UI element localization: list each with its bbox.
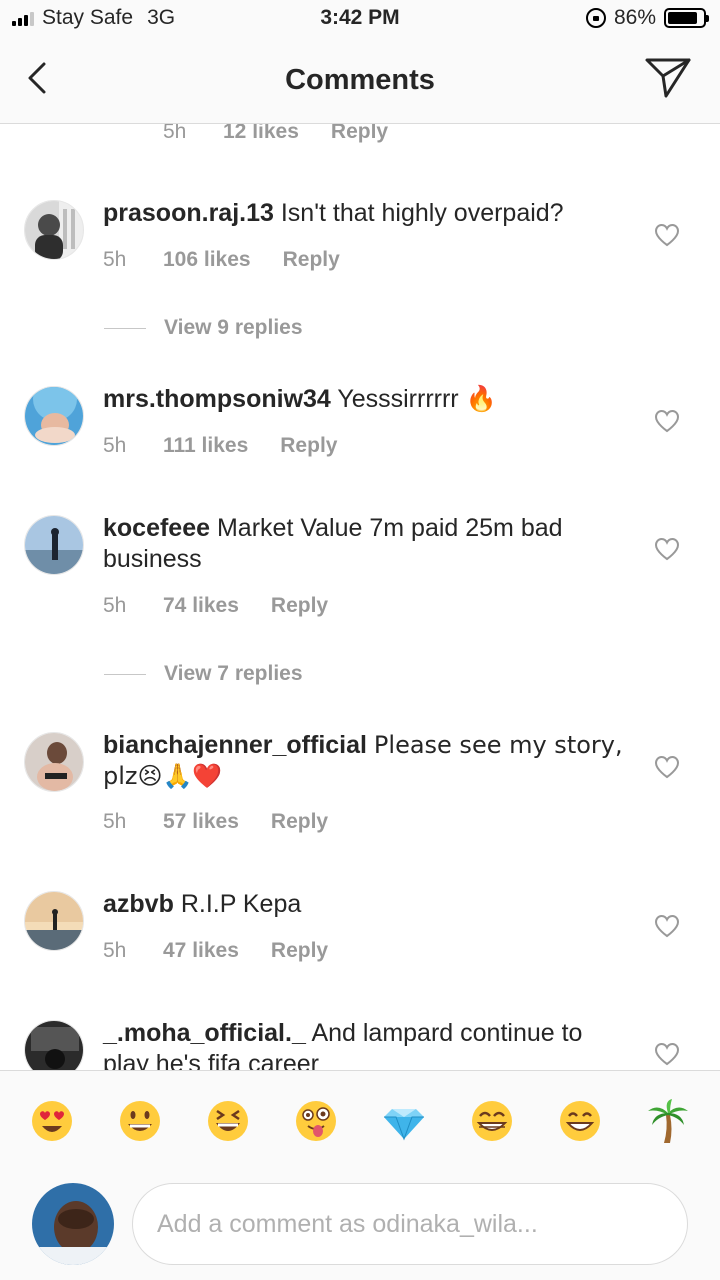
reply-button[interactable]: Reply (283, 248, 340, 272)
like-heart-icon[interactable] (654, 1042, 680, 1066)
avatar[interactable] (24, 200, 84, 260)
view-replies-label: View 7 replies (164, 662, 303, 685)
comment-meta: 5h 111 likes Reply (103, 434, 337, 458)
comment-meta: 5h 106 likes Reply (103, 248, 340, 272)
reply-button[interactable]: Reply (271, 810, 328, 834)
avatar[interactable] (24, 386, 84, 446)
like-heart-icon[interactable] (654, 223, 680, 247)
comment-time: 5h (103, 248, 127, 271)
comment-meta: 5h 57 likes Reply (103, 810, 328, 834)
comment-body: Yesssirrrrrr 🔥 (337, 385, 497, 413)
view-replies-button[interactable]: View 7 replies (104, 662, 303, 686)
reply-button[interactable]: Reply (331, 124, 388, 144)
comments-list[interactable]: 5h 12 likes Reply prasoon.raj.13 Isn't t… (0, 124, 720, 1070)
comment-username[interactable]: mrs.thompsoniw34 (103, 385, 331, 413)
comment-likes[interactable]: 106 likes (163, 248, 251, 272)
thread-line (104, 673, 146, 675)
comment-meta: 5h 74 likes Reply (103, 594, 328, 618)
comment-text: _.moha_official._ And lampard continue t… (103, 1018, 633, 1070)
direct-message-button[interactable] (644, 56, 692, 100)
reply-button[interactable]: Reply (271, 594, 328, 618)
comment-time: 5h (103, 939, 127, 962)
comment-time: 5h (103, 594, 127, 617)
comment-input[interactable] (132, 1183, 688, 1265)
battery-icon (664, 8, 709, 28)
comment-text: azbvb R.I.P Kepa (103, 889, 633, 920)
comment-body: Isn't that highly overpaid? (280, 199, 564, 227)
battery-percent: 86% (613, 6, 656, 29)
comment-text: mrs.thompsoniw34 Yesssirrrrrr 🔥 (103, 384, 633, 415)
like-heart-icon[interactable] (654, 537, 680, 561)
quick-emoji-row (0, 1099, 720, 1149)
like-heart-icon[interactable] (654, 755, 680, 779)
avatar[interactable] (24, 732, 84, 792)
comment-likes[interactable]: 111 likes (163, 434, 248, 458)
comment-likes[interactable]: 47 likes (163, 939, 239, 963)
comment-username[interactable]: _.moha_official._ (103, 1019, 306, 1047)
grinning-emoji[interactable] (118, 1099, 162, 1143)
comment-time: 5h (103, 810, 127, 833)
view-replies-label: View 9 replies (164, 316, 303, 339)
diamond-emoji[interactable] (382, 1099, 426, 1143)
comment-text: prasoon.raj.13 Isn't that highly overpai… (103, 198, 633, 229)
winking-tongue-emoji[interactable] (294, 1099, 338, 1143)
avatar[interactable] (24, 891, 84, 951)
comment-username[interactable]: azbvb (103, 890, 174, 918)
laughing-squint-emoji[interactable] (206, 1099, 250, 1143)
comment-meta-partial: 5h 12 likes Reply (163, 124, 388, 144)
comment-text: bianchajenner_official Please see my sto… (103, 730, 633, 792)
comment-meta: 5h 47 likes Reply (103, 939, 328, 963)
like-heart-icon[interactable] (654, 409, 680, 433)
comment-likes[interactable]: 57 likes (163, 810, 239, 834)
comment-username[interactable]: bianchajenner_official (103, 731, 367, 759)
reply-button[interactable]: Reply (271, 939, 328, 963)
comment-text: kocefeee Market Value 7m paid 25m bad bu… (103, 513, 633, 575)
comment-time: 5h (103, 434, 127, 457)
thread-line (104, 327, 146, 329)
nav-header: Comments (0, 40, 720, 124)
beaming-emoji[interactable] (470, 1099, 514, 1143)
comment-likes[interactable]: 12 likes (223, 124, 299, 144)
avatar[interactable] (24, 1020, 84, 1070)
comment-username[interactable]: kocefeee (103, 514, 210, 542)
page-title: Comments (285, 64, 435, 96)
view-replies-button[interactable]: View 9 replies (104, 316, 303, 340)
comment-likes[interactable]: 74 likes (163, 594, 239, 618)
avatar[interactable] (24, 515, 84, 575)
comment-username[interactable]: prasoon.raj.13 (103, 199, 274, 227)
palm-tree-emoji[interactable] (646, 1099, 690, 1143)
comment-composer-bar (0, 1070, 720, 1280)
heart-eyes-emoji[interactable] (30, 1099, 74, 1143)
current-user-avatar (32, 1183, 114, 1265)
smile-emoji[interactable] (558, 1099, 602, 1143)
comment-time: 5h (163, 124, 187, 143)
status-indicators: 86% (585, 6, 709, 30)
reply-button[interactable]: Reply (280, 434, 337, 458)
rotation-lock-icon (585, 8, 606, 28)
status-bar: Stay Safe 3G 3:42 PM 86% (0, 0, 720, 40)
like-heart-icon[interactable] (654, 914, 680, 938)
comment-body: R.I.P Kepa (180, 890, 302, 918)
